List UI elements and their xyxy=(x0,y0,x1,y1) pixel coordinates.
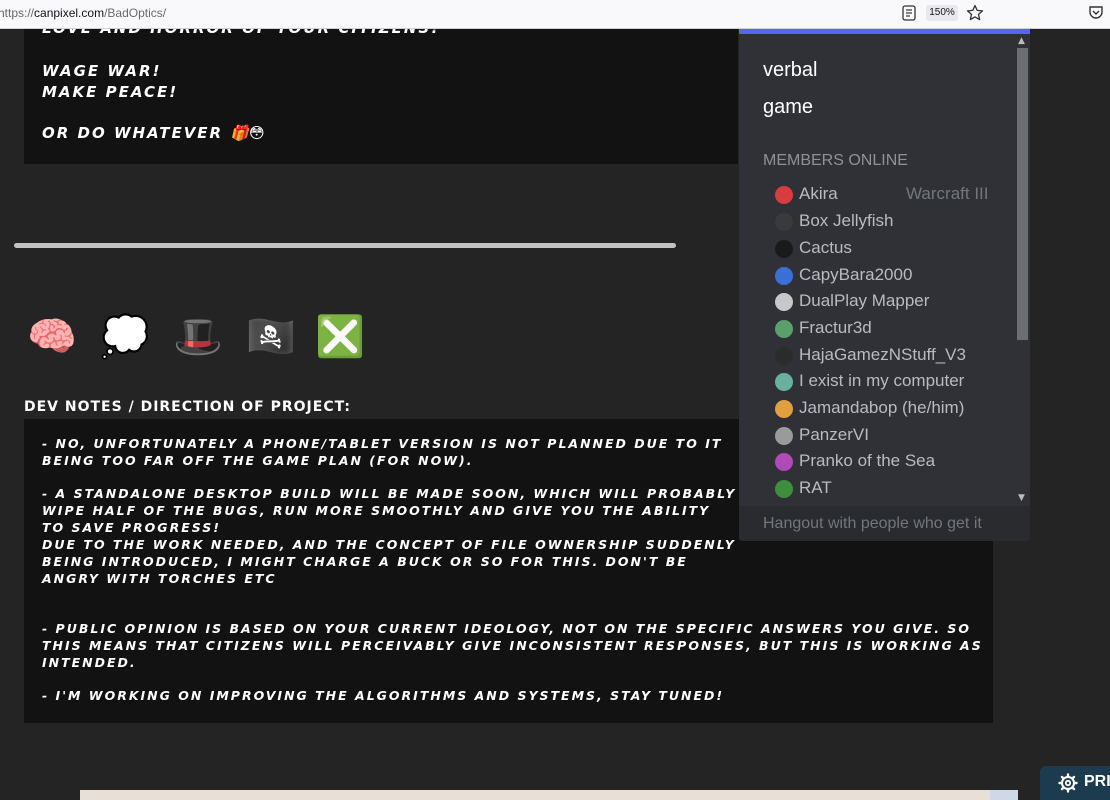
channel-game[interactable]: game xyxy=(763,96,813,119)
widget-scrollbar-thumb[interactable] xyxy=(1017,48,1028,340)
description-line: WAGE WAR! xyxy=(42,62,162,80)
member-name: Akira xyxy=(799,184,838,203)
member-item[interactable]: CapyBara2000 xyxy=(775,264,1005,288)
channel-verbal[interactable]: verbal xyxy=(763,59,817,82)
pocket-icon[interactable] xyxy=(1088,4,1104,20)
description-line: LOVE AND HORROR OF YOUR CITIZENS! xyxy=(42,29,440,37)
member-name: HajaGamezNStuff_V3 xyxy=(799,345,966,364)
avatar xyxy=(775,453,793,471)
game-description-box: LOVE AND HORROR OF YOUR CITIZENS! WAGE W… xyxy=(24,29,738,164)
browser-toolbar: https://canpixel.com/BadOptics/ 150% xyxy=(0,0,1110,29)
member-item[interactable]: Pranko of the Sea xyxy=(775,450,1005,474)
ad-choices-icon[interactable] xyxy=(990,790,1018,800)
url-scheme: https:// xyxy=(0,6,35,20)
member-name: Box Jellyfish xyxy=(799,211,894,230)
members-online-heading: MEMBERS ONLINE xyxy=(763,152,908,169)
avatar xyxy=(775,320,793,338)
member-item[interactable]: Fractur3d xyxy=(775,317,1005,341)
member-name: RAT xyxy=(799,478,832,497)
member-item[interactable]: Box Jellyfish xyxy=(775,210,1005,234)
member-item[interactable]: DualPlay Mapper xyxy=(775,290,1005,314)
avatar xyxy=(775,267,793,285)
note-line: - A STANDALONE DESKTOP BUILD WILL BE MAD… xyxy=(42,486,737,501)
bookmark-star-icon[interactable] xyxy=(966,4,984,22)
url-host: canpixel.com xyxy=(34,6,105,20)
member-name: Pranko of the Sea xyxy=(799,451,936,470)
reader-view-icon[interactable] xyxy=(902,5,916,21)
member-item[interactable]: Cactus xyxy=(775,237,1005,261)
scroll-down-icon[interactable]: ▼ xyxy=(1018,493,1025,503)
brain-icon: 🧠 xyxy=(27,314,77,360)
member-name: I exist in my computer xyxy=(799,371,965,390)
avatar xyxy=(775,293,793,311)
member-name: Fractur3d xyxy=(799,318,872,337)
address-bar[interactable]: https://canpixel.com/BadOptics/ xyxy=(0,6,166,20)
widget-accent-bar xyxy=(739,29,1030,34)
zoom-level-button[interactable]: 150% xyxy=(926,5,958,21)
member-item[interactable]: Jamandabop (he/him) xyxy=(775,397,1005,421)
avatar xyxy=(775,480,793,498)
note-line: INTENDED. xyxy=(42,655,137,670)
member-item[interactable]: HajaGamezNStuff_V3 xyxy=(775,344,1005,368)
privacy-button-label: PRI xyxy=(1084,773,1110,790)
avatar xyxy=(775,400,793,418)
scroll-up-icon[interactable]: ▲ xyxy=(1018,36,1025,46)
cross-mark-icon: ❎ xyxy=(315,314,365,360)
member-name: DualPlay Mapper xyxy=(799,291,930,310)
member-game: Warcraft III xyxy=(906,184,989,203)
avatar xyxy=(775,373,793,391)
note-line: WIPE HALF OF THE BUGS, RUN MORE SMOOTHLY… xyxy=(42,503,711,518)
divider xyxy=(14,243,676,248)
widget-footer: Hangout with people who get it xyxy=(739,506,1030,541)
gift-face-emoji: 🎁😳 xyxy=(230,124,265,142)
avatar xyxy=(775,213,793,231)
note-line: BEING INTRODUCED, I MIGHT CHARGE A BUCK … xyxy=(42,554,688,569)
note-line: - PUBLIC OPINION IS BASED ON YOUR CURREN… xyxy=(42,621,971,636)
member-name: CapyBara2000 xyxy=(799,265,913,284)
avatar xyxy=(775,347,793,365)
privacy-settings-button[interactable]: PRI xyxy=(1040,766,1110,800)
member-name: PanzerVI xyxy=(799,425,869,444)
url-path: /BadOptics/ xyxy=(104,6,167,20)
gear-icon xyxy=(1058,773,1078,793)
avatar xyxy=(775,186,793,204)
member-item[interactable]: Akira Warcraft III xyxy=(775,183,1005,207)
note-line: BEING TOO FAR OFF THE GAME PLAN (FOR NOW… xyxy=(42,453,474,468)
member-name: Cactus xyxy=(799,238,852,257)
note-line: - I'M WORKING ON IMPROVING THE ALGORITHM… xyxy=(42,688,725,703)
note-line: - NO, UNFORTUNATELY A PHONE/TABLET VERSI… xyxy=(42,436,723,451)
description-line: OR DO WHATEVER 🎁😳 xyxy=(42,124,265,142)
note-line: DUE TO THE WORK NEEDED, AND THE CONCEPT … xyxy=(42,537,736,552)
member-item[interactable]: PanzerVI xyxy=(775,424,1005,448)
widget-footer-text: Hangout with people who get it xyxy=(763,515,982,532)
thought-bubble-icon: 💭 xyxy=(100,314,150,360)
member-name: Jamandabop (he/him) xyxy=(799,398,965,417)
note-line: TO SAVE PROGRESS! xyxy=(42,520,221,535)
top-hat-icon: 🎩 xyxy=(173,314,223,360)
avatar xyxy=(775,240,793,258)
avatar xyxy=(775,427,793,445)
note-line: ANGRY WITH TORCHES ETC xyxy=(42,571,277,586)
member-item[interactable]: RAT xyxy=(775,477,1005,501)
ad-banner[interactable] xyxy=(80,790,1018,800)
dev-notes-title: DEV NOTES / DIRECTION OF PROJECT: xyxy=(24,399,351,415)
note-line: THIS MEANS THAT CITIZENS WILL PERCEIVABL… xyxy=(42,638,983,653)
description-line: MAKE PEACE! xyxy=(42,83,179,101)
pirate-flag-icon: 🏴‍☠️ xyxy=(246,314,296,360)
member-item[interactable]: I exist in my computer xyxy=(775,370,1005,394)
discord-widget: verbal game MEMBERS ONLINE Akira Warcraf… xyxy=(739,29,1030,541)
